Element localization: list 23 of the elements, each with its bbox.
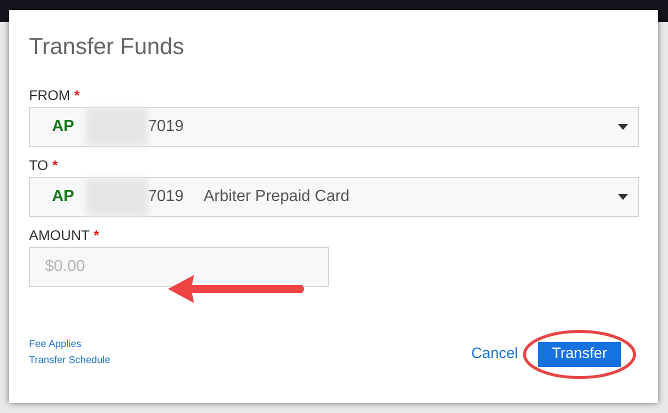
- transfer-button[interactable]: Transfer: [538, 342, 621, 367]
- field-label: AMOUNT: [29, 226, 90, 244]
- text-link[interactable]: Fee Applies: [29, 339, 110, 351]
- text-link[interactable]: Transfer Schedule: [29, 355, 110, 367]
- required-mark: *: [94, 226, 100, 244]
- account-name: Arbiter Prepaid Card: [204, 187, 350, 207]
- account-code: AP: [52, 187, 76, 207]
- account-select[interactable]: AP 7019: [29, 107, 639, 147]
- required-mark: *: [74, 86, 80, 104]
- caret-icon: [618, 194, 628, 200]
- caret-icon: [618, 124, 628, 130]
- field-label: FROM: [29, 86, 70, 104]
- field-label: TO: [29, 156, 48, 174]
- required-mark: *: [52, 156, 58, 174]
- dialog-title: Transfer Funds: [29, 32, 186, 60]
- cancel-button[interactable]: Cancel: [471, 343, 518, 366]
- redaction-blur: [86, 108, 148, 146]
- account-code: AP: [52, 117, 76, 137]
- account-number: 7019: [148, 187, 184, 207]
- account-number: 7019: [148, 117, 184, 137]
- amount-field[interactable]: $0.00: [29, 247, 329, 287]
- redaction-blur: [86, 178, 148, 216]
- account-select[interactable]: AP 7019 Arbiter Prepaid Card: [29, 177, 639, 217]
